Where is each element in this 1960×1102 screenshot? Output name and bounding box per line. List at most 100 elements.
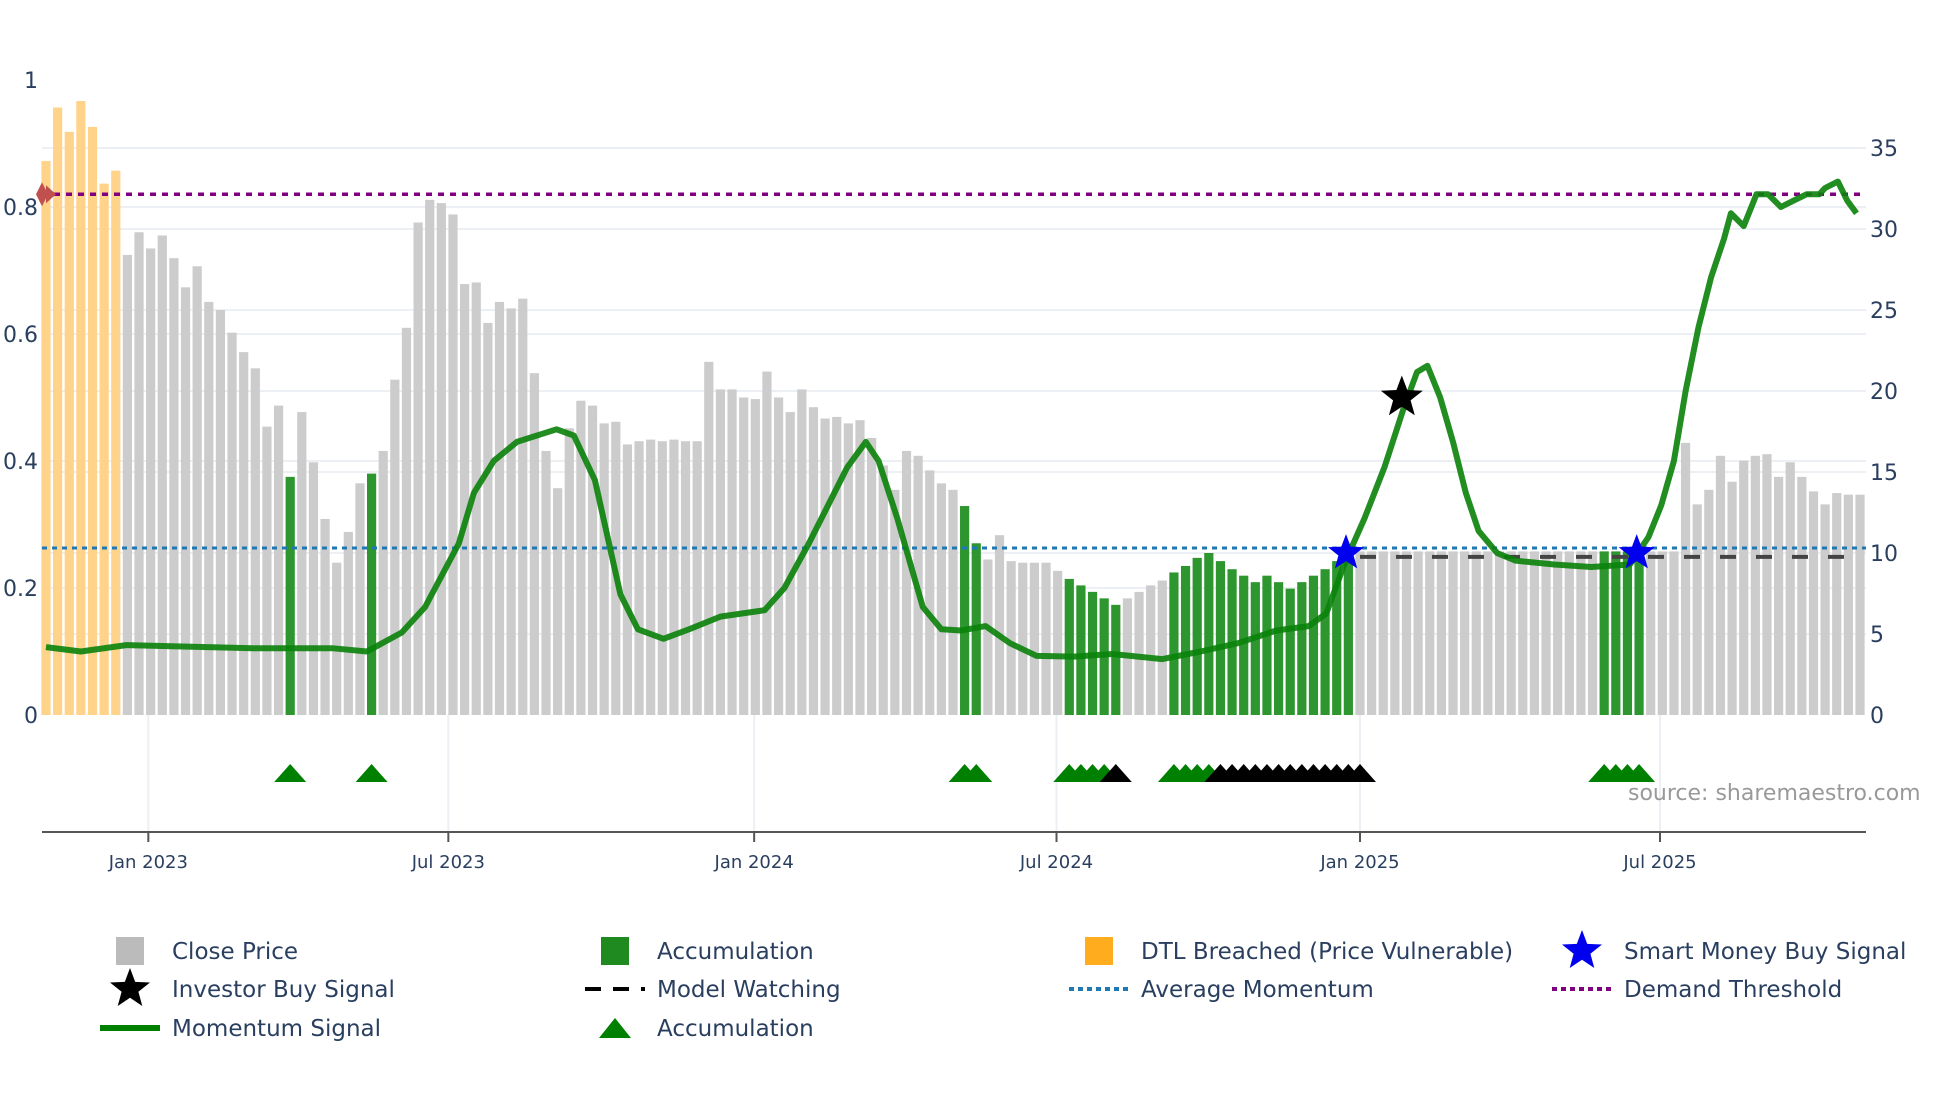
close-price-bar (564, 428, 574, 715)
close-price-bar (1157, 580, 1167, 715)
dtl-bar (99, 183, 109, 715)
x-axis-tick-label: Jan 2025 (1319, 852, 1399, 873)
close-price-bar (622, 444, 633, 715)
close-price-bar (680, 441, 691, 715)
close-price-bar (553, 488, 563, 715)
close-price-bar (1704, 489, 1714, 715)
close-price-bar (1727, 481, 1737, 715)
chart: 00.20.40.60.8105101520253035Jan 2023 Jul … (3, 69, 1921, 1042)
accumulation-bar (1343, 553, 1353, 715)
accumulation-triangle-icon (274, 764, 307, 782)
close-price-bar (1750, 455, 1760, 715)
close-price-bar (878, 465, 888, 715)
close-price-bar (518, 298, 528, 715)
close-price-bar (215, 310, 226, 715)
close-price-bar (332, 562, 342, 715)
close-price-bar (704, 361, 714, 715)
close-price-bar (820, 418, 830, 715)
close-price-bar (355, 483, 365, 715)
close-price-bar (832, 416, 842, 715)
accumulation-bar (1250, 582, 1260, 715)
close-price-bar (646, 439, 656, 715)
right-axis-tick-label: 20 (1870, 380, 1898, 405)
legend-label: Smart Money Buy Signal (1624, 939, 1906, 965)
legend-label: Close Price (172, 939, 298, 965)
close-price-bar (1413, 551, 1423, 715)
dtl-bar (87, 126, 98, 715)
accumulation-bar (1622, 551, 1633, 715)
legend-square-icon (601, 937, 629, 965)
close-price-bar (1029, 562, 1039, 715)
legend-label: Momentum Signal (172, 1016, 381, 1042)
left-axis-tick-label: 0 (24, 704, 38, 729)
right-axis-tick-label: 0 (1870, 704, 1884, 729)
close-price-bar (1785, 462, 1795, 715)
close-price-bar (1529, 551, 1540, 715)
close-price-bar (1657, 551, 1667, 715)
close-price-bar (762, 371, 772, 715)
accumulation-bar (1611, 551, 1621, 715)
left-axis-tick-label: 0.2 (3, 577, 38, 602)
right-axis-tick-label: 25 (1870, 299, 1898, 324)
close-price-bar (1715, 455, 1726, 715)
close-price-bar (1680, 442, 1691, 715)
close-price-bar (1564, 551, 1574, 715)
close-price-bar (739, 397, 749, 715)
x-axis-tick-label: Jul 2025 (1622, 852, 1696, 873)
close-price-bar (541, 450, 551, 715)
close-price-bar (448, 214, 458, 716)
close-price-bar (506, 308, 516, 715)
close-price-bar (925, 470, 935, 715)
right-axis-tick-label: 30 (1870, 218, 1898, 243)
close-price-bar (239, 352, 249, 715)
legend-square-icon (1085, 937, 1113, 965)
close-price-bar (1471, 551, 1481, 715)
close-price-bar (343, 531, 353, 715)
source-note: source: sharemaestro.com (1628, 781, 1921, 806)
x-axis-tick-label: Jan 2023 (108, 852, 188, 873)
dtl-bar (53, 107, 63, 715)
accumulation-bar (1192, 557, 1202, 715)
close-price-bar (204, 301, 214, 715)
dtl-bar (64, 131, 74, 716)
close-price-bar (1436, 551, 1446, 715)
close-price-bar (715, 389, 726, 715)
left-axis-tick-label: 0.6 (3, 323, 38, 348)
close-price-bar (529, 373, 539, 715)
close-price-bar (1053, 570, 1063, 715)
close-price-bar (1460, 551, 1470, 715)
accumulation-bar (1285, 588, 1295, 715)
accumulation-bar (285, 476, 295, 715)
close-price-bar (494, 301, 505, 715)
close-price-bar (1669, 551, 1679, 715)
legend-label: Investor Buy Signal (172, 977, 395, 1003)
threshold-marker-icon (36, 182, 56, 207)
close-price-bar (401, 327, 412, 715)
x-axis-tick-label: Jul 2023 (411, 852, 485, 873)
accumulation-bar (960, 506, 970, 715)
close-price-bar (1832, 493, 1842, 715)
accumulation-bar (1308, 575, 1319, 715)
close-price-bar (483, 322, 493, 715)
close-price-bar (773, 397, 784, 715)
close-price-bar (460, 284, 470, 715)
close-price-bar (785, 412, 795, 715)
close-price-bar (983, 559, 993, 715)
close-price-bar (1553, 551, 1563, 715)
x-axis-tick-label: Jul 2024 (1019, 852, 1093, 873)
close-price-bar (1146, 585, 1156, 715)
close-price-bar (1576, 551, 1586, 715)
right-axis-tick-label: 15 (1870, 461, 1898, 486)
close-price-bar (436, 203, 446, 715)
close-price-bar (1541, 551, 1551, 715)
close-price-bar (308, 462, 319, 715)
dtl-bar (111, 170, 121, 715)
close-price-bar (855, 420, 865, 715)
accumulation-bar (366, 473, 377, 715)
left-axis-tick-label: 0.8 (3, 196, 38, 221)
left-axis-tick-label: 0.4 (3, 450, 38, 475)
close-price-bar (1774, 476, 1784, 715)
accumulation-triangle-icon (355, 764, 388, 782)
close-price-bar (727, 389, 737, 715)
close-price-bar (657, 441, 667, 715)
